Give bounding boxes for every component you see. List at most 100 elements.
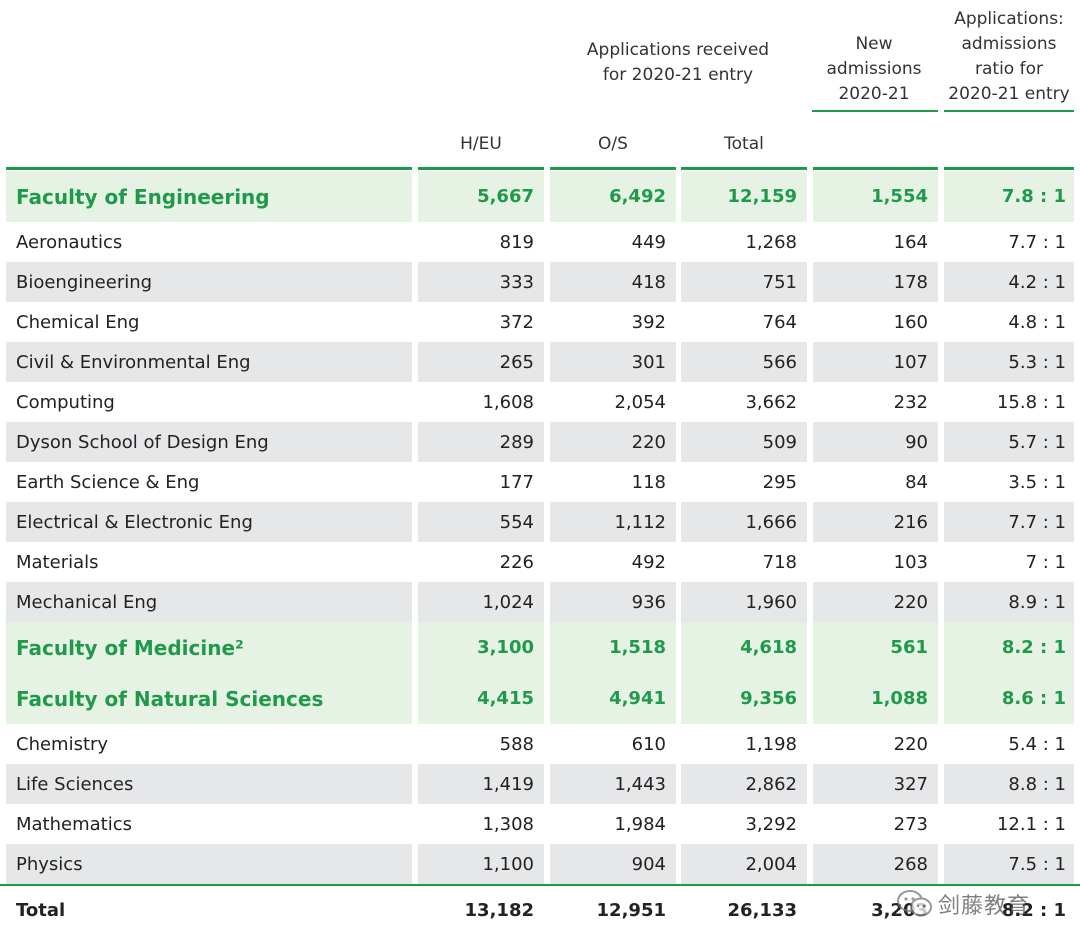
new-admissions-line-1: New — [855, 34, 893, 54]
os-value: 2,054 — [614, 391, 666, 413]
heu-value: 372 — [499, 311, 534, 333]
os-value: 610 — [631, 733, 666, 755]
watermark: 剑藤教育 — [896, 884, 1076, 924]
underline-heu-col — [418, 167, 544, 170]
total-value: 3,292 — [745, 813, 797, 835]
department-row: Mechanical Eng 1,024 936 1,960 220 8.9 :… — [0, 582, 1080, 622]
applications-heading-line-2: for 2020-21 entry — [602, 65, 754, 85]
ratio-line-2: admissions — [961, 34, 1057, 54]
ratio-value: 8.2 : 1 — [944, 622, 1074, 673]
heu-value: 5,667 — [418, 171, 544, 222]
ratio-value: 5.3 : 1 — [944, 342, 1074, 382]
ratio-value: 7.5 : 1 — [944, 844, 1074, 884]
new-admissions-line-3: 2020-21 — [838, 84, 910, 104]
row-name: Aeronautics — [16, 231, 123, 253]
total-value: 2,004 — [681, 844, 807, 884]
new-admissions-value: 220 — [813, 582, 938, 622]
total-value: 566 — [681, 342, 807, 382]
row-name: Faculty of Engineering — [6, 171, 412, 222]
department-row: Mathematics 1,308 1,984 3,292 273 12.1 :… — [0, 804, 1080, 844]
ratio-value: 7.7 : 1 — [1008, 231, 1066, 253]
faculty-row: Faculty of Engineering 5,667 6,492 12,15… — [0, 171, 1080, 222]
os-value: 12,951 — [596, 899, 666, 921]
new-admissions-value: 1,088 — [813, 673, 938, 724]
row-name: Faculty of Natural Sciences — [6, 673, 412, 724]
new-admissions-value: 107 — [813, 342, 938, 382]
applications-received-heading: Applications received for 2020-21 entry — [548, 38, 808, 88]
ratio-value: 8.6 : 1 — [944, 673, 1074, 724]
ratio-heading: Applications: admissions ratio for 2020-… — [944, 7, 1074, 107]
ratio-value: 8.8 : 1 — [944, 764, 1074, 804]
os-value: 936 — [550, 582, 676, 622]
total-value: 1,268 — [745, 231, 797, 253]
os-value: 301 — [550, 342, 676, 382]
faculty-row: Faculty of Natural Sciences 4,415 4,941 … — [0, 673, 1080, 724]
os-value: 220 — [550, 422, 676, 462]
applications-heading-line-1: Applications received — [586, 40, 770, 60]
ratio-value: 7.7 : 1 — [944, 502, 1074, 542]
department-row: Dyson School of Design Eng 289 220 509 9… — [0, 422, 1080, 462]
row-name: Bioengineering — [6, 262, 412, 302]
total-value: 751 — [681, 262, 807, 302]
ratio-value: 4.8 : 1 — [1008, 311, 1066, 333]
total-value: 1,666 — [681, 502, 807, 542]
os-value: 418 — [550, 262, 676, 302]
underline-name-col — [6, 167, 412, 170]
faculty-row: Faculty of Medicine² 3,100 1,518 4,618 5… — [0, 622, 1080, 673]
ratio-value: 7.8 : 1 — [944, 171, 1074, 222]
heu-value: 1,419 — [418, 764, 544, 804]
new-admissions-value: 84 — [905, 471, 928, 493]
os-value: 904 — [550, 844, 676, 884]
ratio-line-4: 2020-21 entry — [948, 84, 1070, 104]
row-name: Physics — [6, 844, 412, 884]
heu-value: 177 — [499, 471, 534, 493]
new-admissions-value: 220 — [893, 733, 928, 755]
os-value: 1,518 — [550, 622, 676, 673]
heu-value: 333 — [418, 262, 544, 302]
row-name: Earth Science & Eng — [16, 471, 200, 493]
admissions-table: Faculty of Engineering 5,667 6,492 12,15… — [0, 171, 1080, 934]
row-name: Computing — [16, 391, 115, 413]
new-admissions-value: 327 — [813, 764, 938, 804]
row-name: Faculty of Medicine² — [6, 622, 412, 673]
wechat-icon — [897, 890, 932, 917]
ratio-line-1: Applications: — [954, 9, 1064, 29]
row-name: Materials — [16, 551, 99, 573]
heu-value: 554 — [418, 502, 544, 542]
department-row: Aeronautics 819 449 1,268 164 7.7 : 1 — [0, 222, 1080, 262]
heu-value: 226 — [499, 551, 534, 573]
ratio-rule — [944, 110, 1074, 112]
os-value: 1,112 — [550, 502, 676, 542]
os-value: 449 — [631, 231, 666, 253]
new-admissions-value: 164 — [893, 231, 928, 253]
os-value: 6,492 — [550, 171, 676, 222]
heu-value: 1,100 — [418, 844, 544, 884]
underline-new-col — [813, 167, 938, 170]
heu-value: 13,182 — [464, 899, 534, 921]
heu-value: 1,024 — [418, 582, 544, 622]
row-name: Chemistry — [16, 733, 109, 755]
underline-total-col — [681, 167, 807, 170]
col-heu-header: H/EU — [460, 134, 502, 154]
os-value: 392 — [631, 311, 666, 333]
heu-value: 819 — [499, 231, 534, 253]
total-value: 509 — [681, 422, 807, 462]
os-value: 1,984 — [614, 813, 666, 835]
heu-value: 3,100 — [418, 622, 544, 673]
department-row: Earth Science & Eng 177 118 295 84 3.5 :… — [0, 462, 1080, 502]
total-value: 26,133 — [727, 899, 797, 921]
col-total-header: Total — [724, 134, 764, 154]
heu-value: 4,415 — [418, 673, 544, 724]
heu-value: 1,608 — [482, 391, 534, 413]
new-admissions-value: 90 — [813, 422, 938, 462]
underline-ratio-col — [944, 167, 1074, 170]
new-admissions-heading: New admissions 2020-21 — [811, 32, 937, 107]
watermark-text: 剑藤教育 — [938, 894, 1031, 919]
department-row: Life Sciences 1,419 1,443 2,862 327 8.8 … — [0, 764, 1080, 804]
new-admissions-value: 268 — [813, 844, 938, 884]
heu-value: 588 — [499, 733, 534, 755]
new-admissions-value: 160 — [893, 311, 928, 333]
row-name: Dyson School of Design Eng — [6, 422, 412, 462]
ratio-value: 4.2 : 1 — [944, 262, 1074, 302]
total-value: 295 — [762, 471, 797, 493]
